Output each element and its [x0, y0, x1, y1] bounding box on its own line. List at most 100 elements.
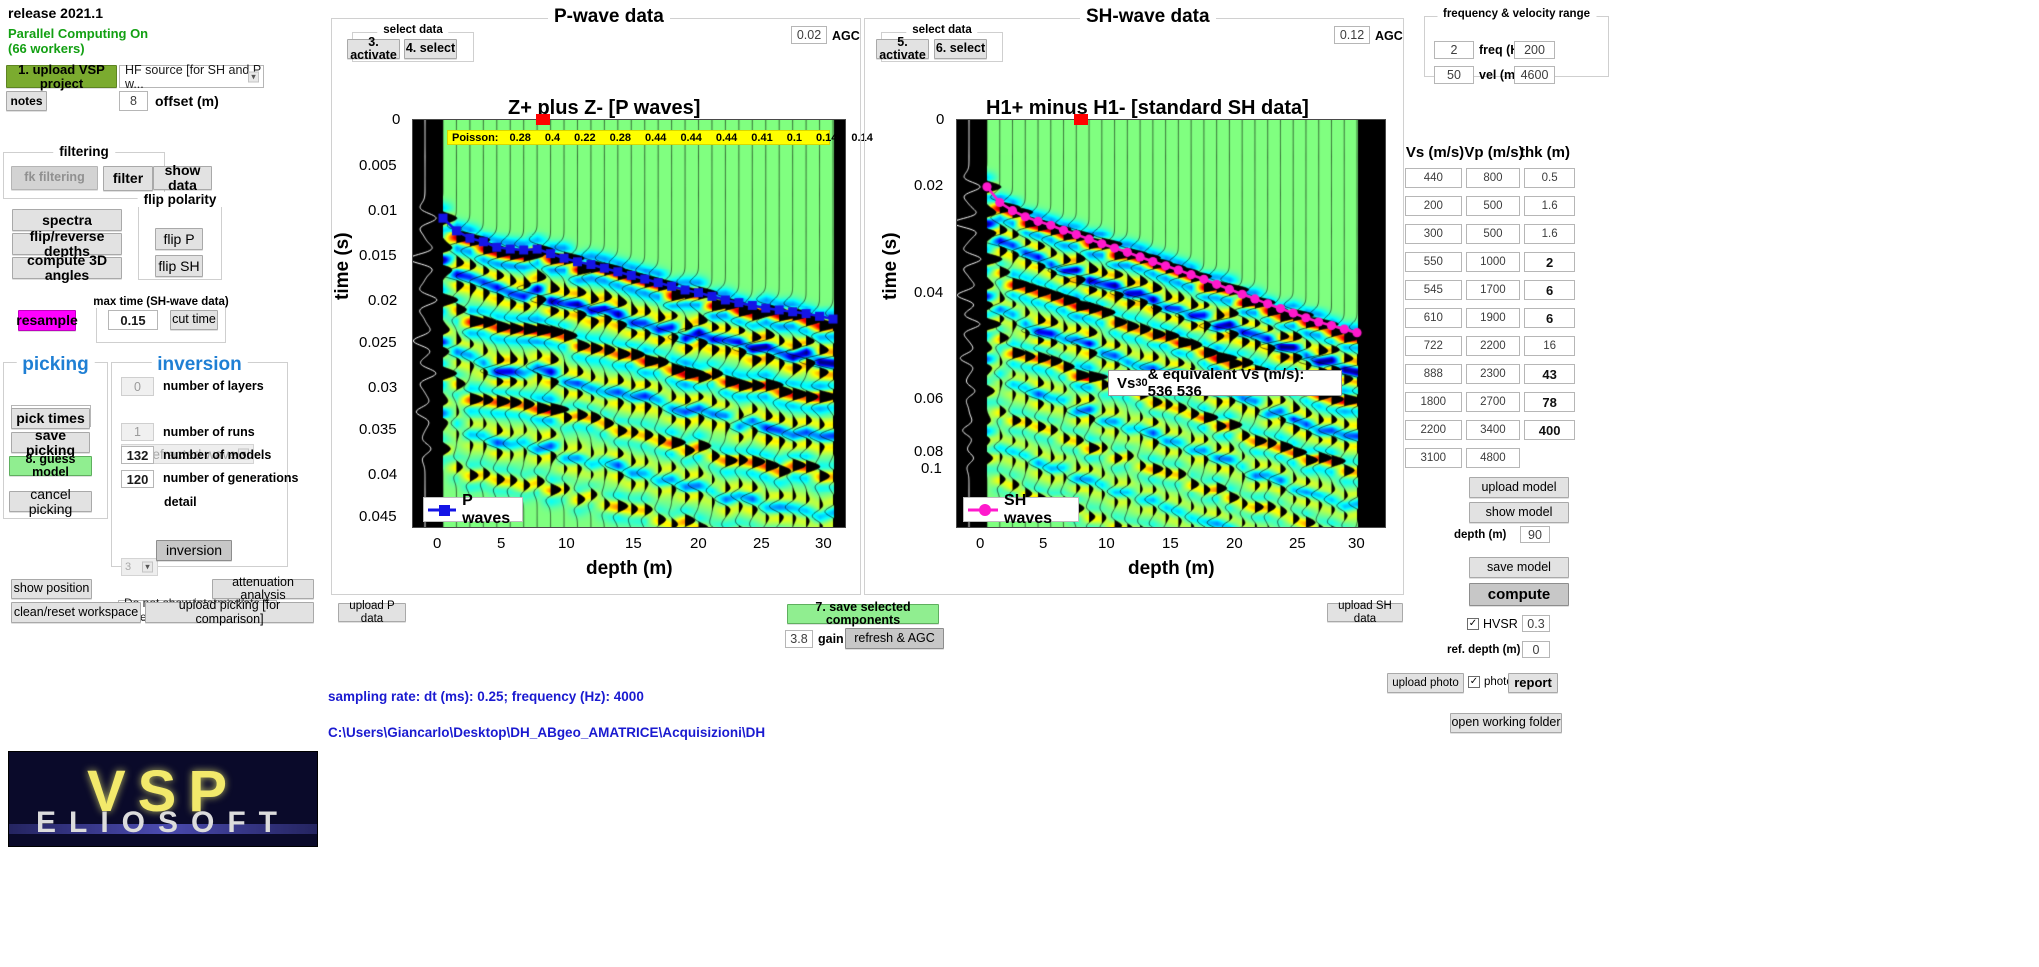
number-of-runs-input[interactable]: 1: [121, 423, 154, 441]
cut-time-button[interactable]: cut time: [170, 310, 218, 330]
chevron-down-icon[interactable]: ▾: [142, 561, 153, 573]
hvsr-checkbox-icon[interactable]: ✓: [1467, 618, 1479, 630]
model-cell-vp[interactable]: 2300: [1465, 364, 1521, 384]
pwave-agc-input[interactable]: 0.02: [791, 26, 827, 44]
model-cell-vp[interactable]: 3400: [1465, 420, 1521, 440]
shwave-agc-input[interactable]: 0.12: [1334, 26, 1370, 44]
model-cell-vp[interactable]: 800: [1465, 168, 1521, 188]
model-cell-vp[interactable]: 1000: [1465, 252, 1521, 272]
model-cell-vs[interactable]: 722: [1405, 336, 1462, 356]
shwave-xtick-6: 30: [1348, 535, 1365, 552]
save-model-button[interactable]: save model: [1469, 557, 1569, 578]
vel-min-input[interactable]: 50: [1434, 66, 1474, 84]
number-of-layers-input[interactable]: 0: [121, 377, 154, 396]
resample-button[interactable]: resample: [16, 310, 78, 331]
open-working-folder-button[interactable]: open working folder: [1450, 713, 1562, 733]
pwave-seismogram[interactable]: [412, 119, 846, 528]
shwave-legend-label: SH waves: [1004, 491, 1053, 527]
inversion-run-button[interactable]: inversion: [156, 540, 232, 561]
model-cell-vs[interactable]: 2200: [1405, 420, 1462, 440]
freq-max-input[interactable]: 200: [1514, 41, 1555, 59]
freq-min-input[interactable]: 2: [1434, 41, 1474, 59]
report-button[interactable]: report: [1508, 673, 1558, 693]
model-cell-vp[interactable]: 2200: [1465, 336, 1521, 356]
model-cell-thk[interactable]: 43: [1524, 364, 1575, 384]
model-cell-vs[interactable]: 440: [1405, 168, 1462, 188]
model-cell-vs[interactable]: 1800: [1405, 392, 1462, 412]
save-picking-button[interactable]: save picking: [11, 427, 90, 457]
model-cell-thk[interactable]: 1.6: [1524, 224, 1575, 244]
number-of-generations-input[interactable]: 120: [121, 470, 154, 488]
max-time-input[interactable]: 0.15: [108, 310, 158, 330]
number-of-models-input[interactable]: 132: [121, 446, 154, 464]
chevron-down-icon[interactable]: ▾: [248, 71, 259, 82]
show-position-button[interactable]: show position: [11, 579, 92, 599]
hvsr-input[interactable]: 0.3: [1522, 615, 1550, 632]
guess-model-button[interactable]: 8. guess model: [9, 452, 92, 479]
pick-times-button[interactable]: pick times: [11, 408, 90, 429]
flip-sh-button[interactable]: flip SH: [155, 255, 203, 277]
model-cell-thk[interactable]: 1.6: [1524, 196, 1575, 216]
compute-3d-angles-button[interactable]: compute 3D angles: [12, 253, 122, 282]
upload-sh-data-button[interactable]: upload SH data: [1327, 600, 1403, 625]
hvsr-checkbox-row[interactable]: ✓ HVSR: [1467, 617, 1518, 631]
refresh-agc-button[interactable]: refresh & AGC: [845, 628, 944, 649]
model-cell-vs[interactable]: 545: [1405, 280, 1462, 300]
model-cell-vs[interactable]: 3100: [1405, 448, 1462, 468]
upload-p-data-button[interactable]: upload P data: [338, 600, 406, 625]
notes-button[interactable]: notes: [6, 91, 47, 111]
model-cell-vp[interactable]: 500: [1465, 224, 1521, 244]
attenuation-analysis-button[interactable]: attenuation analysis: [212, 575, 314, 602]
model-cell-vp[interactable]: 1700: [1465, 280, 1521, 300]
pwave-activate-button[interactable]: 3. activate: [347, 35, 400, 62]
pwave-ytick-2: 0.01: [368, 202, 398, 219]
model-cell-thk[interactable]: 6: [1524, 280, 1575, 300]
save-selected-components-button[interactable]: 7. save selected components: [787, 600, 939, 627]
model-cell-vp[interactable]: 1900: [1465, 308, 1521, 328]
number-of-layers-label: number of layers: [163, 379, 264, 393]
upload-model-button[interactable]: upload model: [1469, 477, 1569, 498]
model-cell-thk[interactable]: 400: [1524, 420, 1575, 440]
model-cell-vp[interactable]: 4800: [1465, 448, 1521, 468]
shwave-select-button[interactable]: 6. select: [934, 39, 987, 59]
detail-select[interactable]: 3 ▾: [121, 558, 158, 576]
legend-line-icon: [428, 504, 457, 516]
upload-picking-button[interactable]: upload picking [for comparison]: [145, 599, 314, 625]
model-cell-thk[interactable]: 0.5: [1524, 168, 1575, 188]
show-model-button[interactable]: show model: [1469, 502, 1569, 523]
gain-input[interactable]: 3.8: [785, 630, 813, 648]
vel-max-input[interactable]: 4600: [1514, 66, 1555, 84]
pwave-ylabel: time (s): [332, 232, 353, 300]
upload-vsp-project-button[interactable]: 1. upload VSP project: [6, 63, 117, 90]
pwave-ytick-3: 0.015: [359, 247, 397, 264]
model-cell-thk[interactable]: 2: [1524, 252, 1575, 272]
upload-photo-button[interactable]: upload photo: [1387, 673, 1464, 693]
source-type-select[interactable]: HF source [for SH and P w... ▾: [119, 63, 264, 91]
model-cell-thk[interactable]: 6: [1524, 308, 1575, 328]
cancel-picking-button[interactable]: cancel picking: [9, 486, 92, 516]
depth-input[interactable]: 90: [1520, 526, 1550, 543]
model-cell-vp[interactable]: 500: [1465, 196, 1521, 216]
filter-button[interactable]: filter: [103, 166, 153, 191]
shwave-activate-button[interactable]: 5. activate: [876, 35, 929, 62]
model-cell-thk[interactable]: 16: [1524, 336, 1575, 356]
model-cell-vs[interactable]: 888: [1405, 364, 1462, 384]
ref-depth-input[interactable]: 0: [1522, 641, 1550, 658]
pwave-xtick-3: 15: [625, 535, 642, 552]
shwave-seismogram[interactable]: [956, 119, 1386, 528]
photo-checkbox-row[interactable]: ✓ photo: [1468, 676, 1513, 688]
show-data-button[interactable]: show data: [153, 163, 212, 192]
model-cell-thk[interactable]: 78: [1524, 392, 1575, 412]
model-cell-vp[interactable]: 2700: [1465, 392, 1521, 412]
offset-input[interactable]: 8: [119, 91, 148, 111]
photo-checkbox-icon[interactable]: ✓: [1468, 676, 1480, 688]
pwave-select-button[interactable]: 4. select: [404, 39, 457, 59]
clean-reset-workspace-button[interactable]: clean/reset workspace: [11, 602, 141, 623]
model-cell-vs[interactable]: 300: [1405, 224, 1462, 244]
model-cell-vs[interactable]: 200: [1405, 196, 1462, 216]
model-cell-vs[interactable]: 610: [1405, 308, 1462, 328]
compute-button[interactable]: compute: [1469, 583, 1569, 606]
model-cell-vs[interactable]: 550: [1405, 252, 1462, 272]
fk-filtering-button[interactable]: fk filtering: [11, 166, 98, 190]
flip-p-button[interactable]: flip P: [155, 228, 203, 250]
